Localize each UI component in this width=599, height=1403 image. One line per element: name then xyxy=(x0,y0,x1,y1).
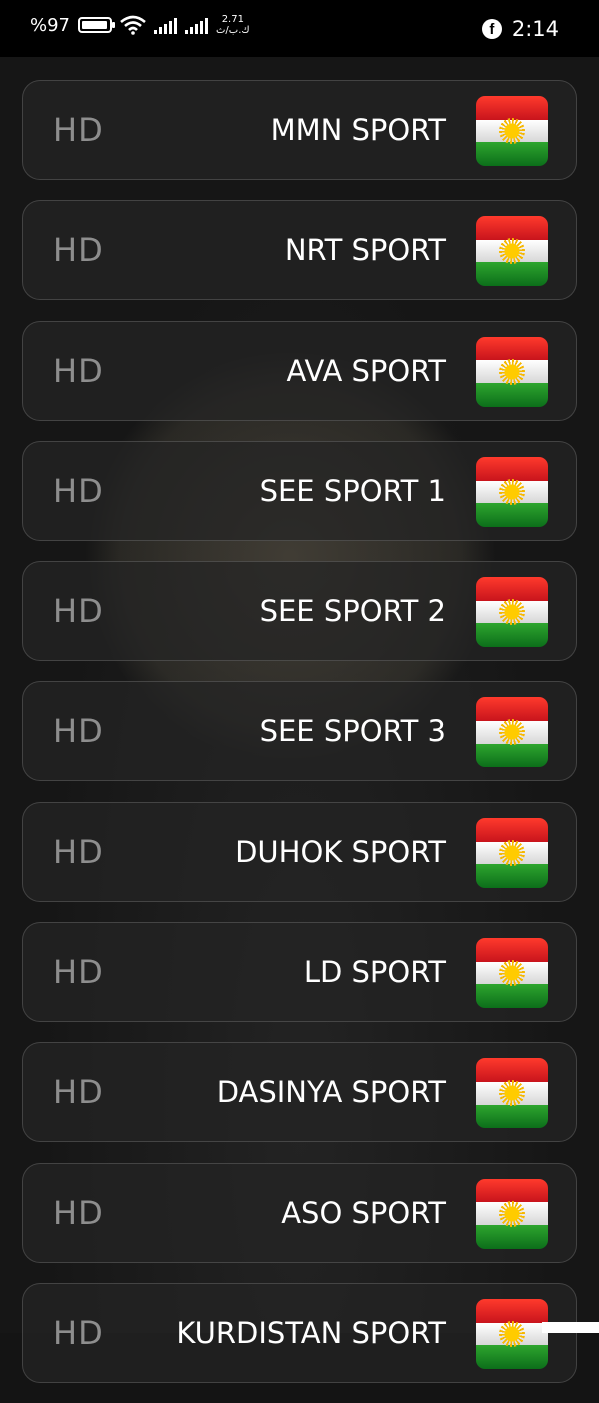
channel-card[interactable]: HD SEE SPORT 3 xyxy=(22,681,577,782)
kurdistan-flag-icon xyxy=(476,1058,548,1129)
channel-card[interactable]: HD MMN SPORT xyxy=(22,80,577,180)
wifi-icon xyxy=(120,15,146,35)
channel-card[interactable]: HD SEE SPORT 1 xyxy=(22,440,577,541)
channel-card[interactable]: HD LD SPORT xyxy=(22,922,577,1023)
kurdistan-flag-icon xyxy=(476,697,548,768)
channel-quality-label: HD xyxy=(53,1073,104,1112)
kurdistan-flag-icon xyxy=(476,336,548,407)
channel-card[interactable]: HD DASINYA SPORT xyxy=(22,1042,577,1143)
channel-quality-label: HD xyxy=(53,832,104,871)
channel-name: MMN SPORT xyxy=(270,113,446,147)
kurdistan-flag-icon xyxy=(476,96,548,166)
network-speed-value: 2.71 xyxy=(221,14,244,25)
channel-name: SEE SPORT 3 xyxy=(259,714,446,749)
channel-list: HD MMN SPORT HD NRT SPORT HD AVA SPORT HD SEE S… xyxy=(22,80,577,1403)
channel-quality-label: HD xyxy=(53,592,104,631)
channel-card[interactable]: HD AVA SPORT xyxy=(22,320,577,421)
kurdistan-flag-icon xyxy=(476,1298,548,1369)
channel-name: SEE SPORT 1 xyxy=(259,473,446,508)
channel-name: ASO SPORT xyxy=(281,1195,446,1230)
corner-indicator xyxy=(542,1322,599,1333)
battery-icon xyxy=(78,17,116,33)
channel-quality-label: HD xyxy=(53,712,104,751)
status-bar-left: %97 2.71 ك.ب/ث xyxy=(30,14,250,36)
kurdistan-flag-icon xyxy=(476,456,548,527)
channel-quality-label: HD xyxy=(53,953,104,992)
network-speed: 2.71 ك.ب/ث xyxy=(216,14,250,36)
channel-name: NRT SPORT xyxy=(284,233,446,268)
channel-card[interactable]: HD ASO SPORT xyxy=(22,1162,577,1263)
kurdistan-flag-icon xyxy=(476,817,548,888)
channel-name: AVA SPORT xyxy=(286,353,447,388)
facebook-icon: f xyxy=(481,19,502,39)
battery-fill xyxy=(82,21,108,29)
signal-icon xyxy=(154,16,178,34)
channel-quality-label: HD xyxy=(53,231,104,270)
kurdistan-flag-icon xyxy=(476,216,548,287)
channel-quality-label: HD xyxy=(53,111,104,149)
channel-quality-label: HD xyxy=(53,471,104,510)
kurdistan-flag-icon xyxy=(476,938,548,1009)
channel-name: DUHOK SPORT xyxy=(235,834,446,869)
battery-percentage: %97 xyxy=(30,14,71,36)
channel-name: SEE SPORT 2 xyxy=(259,594,446,629)
kurdistan-flag-icon xyxy=(476,577,548,648)
channel-card[interactable]: HD NRT SPORT xyxy=(22,200,577,301)
status-bar-right: f 2:14 xyxy=(481,17,559,41)
channel-quality-label: HD xyxy=(53,351,104,390)
channel-quality-label: HD xyxy=(53,1193,104,1232)
status-bar: %97 2.71 ك.ب/ث f 2:14 xyxy=(0,0,599,57)
clock: 2:14 xyxy=(511,17,559,41)
channel-name: DASINYA SPORT xyxy=(216,1075,446,1110)
signal-icon xyxy=(185,16,209,34)
channel-name: LD SPORT xyxy=(303,955,446,990)
channel-card[interactable]: HD DUHOK SPORT xyxy=(22,801,577,902)
kurdistan-flag-icon xyxy=(476,1178,548,1249)
network-speed-unit: ك.ب/ث xyxy=(216,25,250,36)
channel-card[interactable]: HD SEE SPORT 2 xyxy=(22,561,577,662)
